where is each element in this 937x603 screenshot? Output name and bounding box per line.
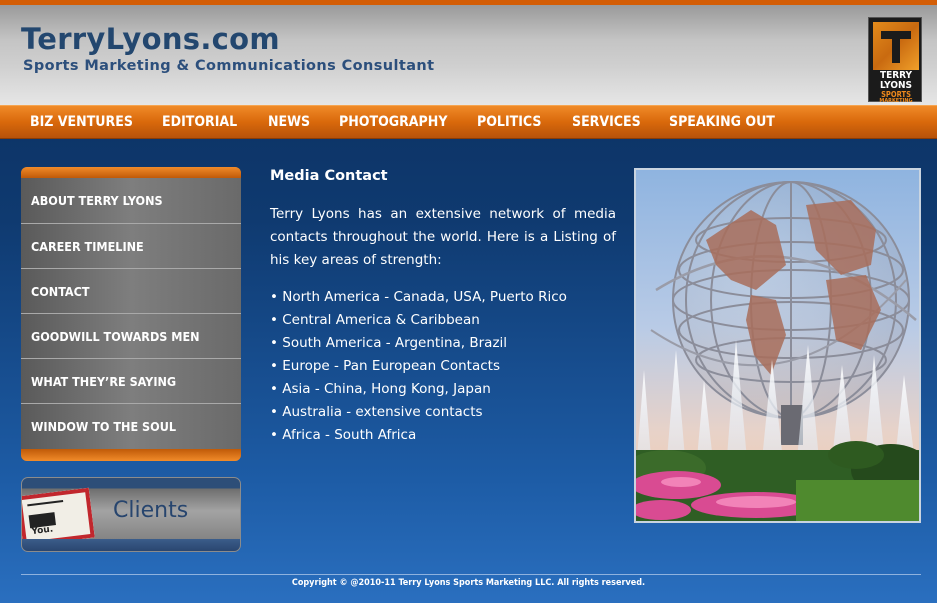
list-item: • Central America & Caribbean <box>270 312 480 328</box>
sidebar-item-window-to-the-soul[interactable]: WINDOW TO THE SOUL <box>21 403 241 448</box>
main-nav: BIZ VENTURES EDITORIAL NEWS PHOTOGRAPHY … <box>0 105 937 139</box>
sidebar-item-career-timeline[interactable]: CAREER TIMELINE <box>21 223 241 268</box>
logo-t-mark-icon <box>873 22 919 70</box>
list-item: • South America - Argentina, Brazil <box>270 335 508 351</box>
list-item: • Europe - Pan European Contacts <box>270 358 500 374</box>
sidebar-bottom-cap <box>21 449 241 461</box>
sidebar-menu: ABOUT TERRY LYONS CAREER TIMELINE CONTAC… <box>21 167 241 461</box>
nav-politics[interactable]: POLITICS <box>477 106 542 138</box>
nav-news[interactable]: NEWS <box>268 106 310 138</box>
nav-services[interactable]: SERVICES <box>572 106 641 138</box>
nav-photography[interactable]: PHOTOGRAPHY <box>339 106 447 138</box>
sidebar-top-cap <box>21 167 241 178</box>
list-item: • Asia - China, Hong Kong, Japan <box>270 381 491 397</box>
sidebar-item-contact[interactable]: CONTACT <box>21 268 241 313</box>
list-item: • Australia - extensive contacts <box>270 404 483 420</box>
nav-editorial[interactable]: EDITORIAL <box>162 106 237 138</box>
page-title: Media Contact <box>270 168 388 184</box>
terry-lyons-logo[interactable]: TERRY LYONS SPORTS MARKETING <box>868 17 922 104</box>
logo-text-line4: MARKETING <box>879 97 913 104</box>
clients-bottom-stripe <box>22 539 240 551</box>
sidebar-item-what-theyre-saying[interactable]: WHAT THEY’RE SAYING <box>21 358 241 403</box>
site-subtitle: Sports Marketing & Communications Consul… <box>23 58 435 74</box>
nav-biz-ventures[interactable]: BIZ VENTURES <box>30 106 133 138</box>
clients-label: Clients <box>113 498 189 523</box>
nav-speaking-out[interactable]: SPEAKING OUT <box>669 106 775 138</box>
footer-copyright: Copyright © @2010-11 Terry Lyons Sports … <box>291 578 646 588</box>
list-item: • Africa - South Africa <box>270 427 417 443</box>
list-item: • North America - Canada, USA, Puerto Ri… <box>270 289 567 305</box>
site-header: TerryLyons.com Sports Marketing & Commun… <box>0 5 937 105</box>
site-title[interactable]: TerryLyons.com <box>21 22 280 56</box>
intro-paragraph: Terry Lyons has an extensive network of … <box>270 206 616 268</box>
footer-divider <box>21 574 921 575</box>
unisphere-photo <box>634 168 921 523</box>
sidebar-item-goodwill[interactable]: GOODWILL TOWARDS MEN <box>21 313 241 358</box>
clients-thumbnail-image: You. <box>22 487 95 547</box>
sidebar-item-about[interactable]: ABOUT TERRY LYONS <box>21 178 241 223</box>
clients-button[interactable]: You. Clients <box>21 477 241 552</box>
regions-list: • North America - Canada, USA, Puerto Ri… <box>270 286 567 447</box>
